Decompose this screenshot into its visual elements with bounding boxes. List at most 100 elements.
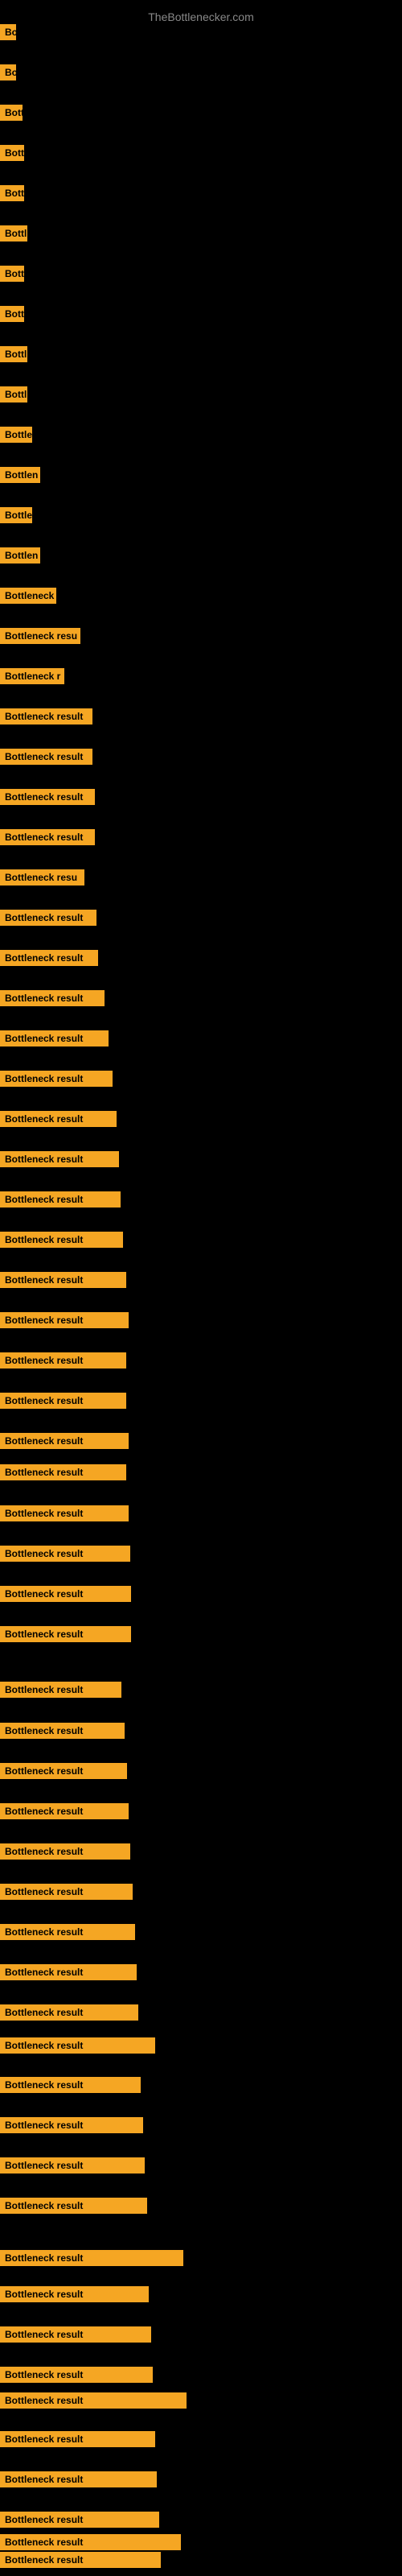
bottleneck-label: Bottleneck result (0, 1682, 121, 1698)
bottleneck-item: Bottleneck result (0, 1111, 117, 1131)
bottleneck-item: Bottleneck (0, 588, 56, 608)
bottleneck-label: Bott (0, 266, 24, 282)
bottleneck-item: Bottleneck result (0, 1505, 129, 1525)
bottleneck-item: Bottleneck result (0, 910, 96, 930)
bottleneck-label: Bottleneck result (0, 1464, 126, 1480)
bottleneck-item: Bottleneck result (0, 1546, 130, 1566)
bottleneck-item: Bottle (0, 427, 32, 447)
bottleneck-item: Bottleneck result (0, 1464, 126, 1484)
bottleneck-item: Bottleneck result (0, 1030, 109, 1051)
bottleneck-label: Bottleneck result (0, 1924, 135, 1940)
bottleneck-label: Bottleneck result (0, 2367, 153, 2383)
bottleneck-item: Bottleneck result (0, 2157, 145, 2178)
bottleneck-label: Bottleneck result (0, 2157, 145, 2174)
bottleneck-label: Bottleneck result (0, 1433, 129, 1449)
bottleneck-label: Bottleneck result (0, 1352, 126, 1368)
bottleneck-label: Bottleneck result (0, 1191, 121, 1208)
bottleneck-item: Bottleneck result (0, 1964, 137, 1984)
bottleneck-item: Bottleneck result (0, 2367, 153, 2387)
bottleneck-item: Bottleneck result (0, 1723, 125, 1743)
bottleneck-label: Bottleneck result (0, 2004, 138, 2021)
bottleneck-item: Bottleneck result (0, 2471, 157, 2491)
bottleneck-label: Bottleneck result (0, 1626, 131, 1642)
bottleneck-item: Bottleneck result (0, 1433, 129, 1453)
bottleneck-label: Bott (0, 185, 24, 201)
bottleneck-item: Bott (0, 185, 24, 205)
bottleneck-item: Bottl (0, 225, 27, 246)
bottleneck-label: Bottleneck result (0, 2431, 155, 2447)
bottleneck-label: Bo (0, 24, 16, 40)
bottleneck-item: Bottleneck result (0, 990, 105, 1010)
bottleneck-item: Bottleneck result (0, 1312, 129, 1332)
bottleneck-label: Bottleneck result (0, 2326, 151, 2343)
bottleneck-label: Bottleneck r (0, 668, 64, 684)
bottleneck-item: Bottleneck result (0, 1626, 131, 1646)
bottleneck-label: Bottlen (0, 467, 40, 483)
bottleneck-item: Bottleneck result (0, 1151, 119, 1171)
bottleneck-label: Bottleneck resu (0, 628, 80, 644)
bottleneck-item: Bottleneck result (0, 1191, 121, 1212)
bottleneck-item: Bottleneck result (0, 2004, 138, 2025)
bottleneck-item: Bottleneck r (0, 668, 64, 688)
bottleneck-item: Bottleneck result (0, 2431, 155, 2451)
bottleneck-item: Bottleneck result (0, 2117, 143, 2137)
bottleneck-item: Bottleneck result (0, 1803, 129, 1823)
bottleneck-label: Bottleneck result (0, 1071, 113, 1087)
bottleneck-item: Bottleneck result (0, 2286, 149, 2306)
bottleneck-item: Bottleneck result (0, 1393, 126, 1413)
bottleneck-item: Bottl (0, 386, 27, 407)
bottleneck-label: Bottl (0, 346, 27, 362)
bottleneck-label: Bottleneck result (0, 1843, 130, 1860)
bottleneck-label: Bottleneck result (0, 950, 98, 966)
bottleneck-item: Bottleneck result (0, 950, 98, 970)
bottleneck-label: Bottl (0, 225, 27, 242)
bottleneck-item: Bott (0, 145, 24, 165)
bottleneck-label: Bottleneck result (0, 2534, 181, 2550)
bottleneck-label: Bottleneck result (0, 2077, 141, 2093)
bottleneck-label: Bottleneck result (0, 2198, 147, 2214)
bottleneck-item: Bottleneck result (0, 2326, 151, 2347)
bottleneck-label: Bottlen (0, 547, 40, 564)
bottleneck-item: Bott (0, 266, 24, 286)
bottleneck-label: Bottleneck result (0, 1884, 133, 1900)
bottleneck-item: Bottle (0, 507, 32, 527)
bottleneck-item: Bottl (0, 346, 27, 366)
bottleneck-item: Bottleneck result (0, 1924, 135, 1944)
bottleneck-label: Bottleneck result (0, 1964, 137, 1980)
site-title: TheBottlenecker.com (0, 4, 402, 30)
bottleneck-label: Bottleneck result (0, 1586, 131, 1602)
bottleneck-label: Bottleneck result (0, 2392, 187, 2409)
bottleneck-label: Bott (0, 306, 24, 322)
bottleneck-label: Bottleneck result (0, 1151, 119, 1167)
bottleneck-item: Bottleneck result (0, 1071, 113, 1091)
bottleneck-item: Bottleneck result (0, 2552, 161, 2572)
bottleneck-label: Bottleneck result (0, 2471, 157, 2487)
bottleneck-label: Bottle (0, 507, 32, 523)
bottleneck-label: Bottleneck result (0, 1232, 123, 1248)
bottleneck-label: Bottleneck result (0, 2512, 159, 2528)
bottleneck-label: Bottleneck result (0, 829, 95, 845)
bottleneck-item: Bottleneck result (0, 2512, 159, 2532)
bottleneck-item: Bottleneck result (0, 1843, 130, 1864)
bottleneck-item: Bottleneck result (0, 749, 92, 769)
bottleneck-item: Bottleneck result (0, 1586, 131, 1606)
bottleneck-label: Bottleneck resu (0, 869, 84, 886)
bottleneck-item: Bott (0, 306, 24, 326)
bottleneck-item: Bottleneck result (0, 2198, 147, 2218)
bottleneck-label: Bottleneck result (0, 2037, 155, 2054)
bottleneck-label: Bottleneck result (0, 1272, 126, 1288)
bottleneck-label: Bottleneck (0, 588, 56, 604)
bottleneck-item: Bottleneck result (0, 1352, 126, 1373)
bottleneck-label: Bott (0, 145, 24, 161)
bottleneck-item: Bo (0, 24, 16, 44)
bottleneck-label: Bottleneck result (0, 789, 95, 805)
bottleneck-label: Bottleneck result (0, 1505, 129, 1521)
bottleneck-item: Bottleneck result (0, 2392, 187, 2413)
bottleneck-label: Bottleneck result (0, 2250, 183, 2266)
bottleneck-label: Bottleneck result (0, 910, 96, 926)
bottleneck-label: Bottle (0, 427, 32, 443)
bottleneck-label: Bottleneck result (0, 2117, 143, 2133)
bottleneck-item: Bottleneck result (0, 1232, 123, 1252)
bottleneck-item: Bottleneck result (0, 1884, 133, 1904)
bottleneck-item: Bott (0, 105, 23, 125)
